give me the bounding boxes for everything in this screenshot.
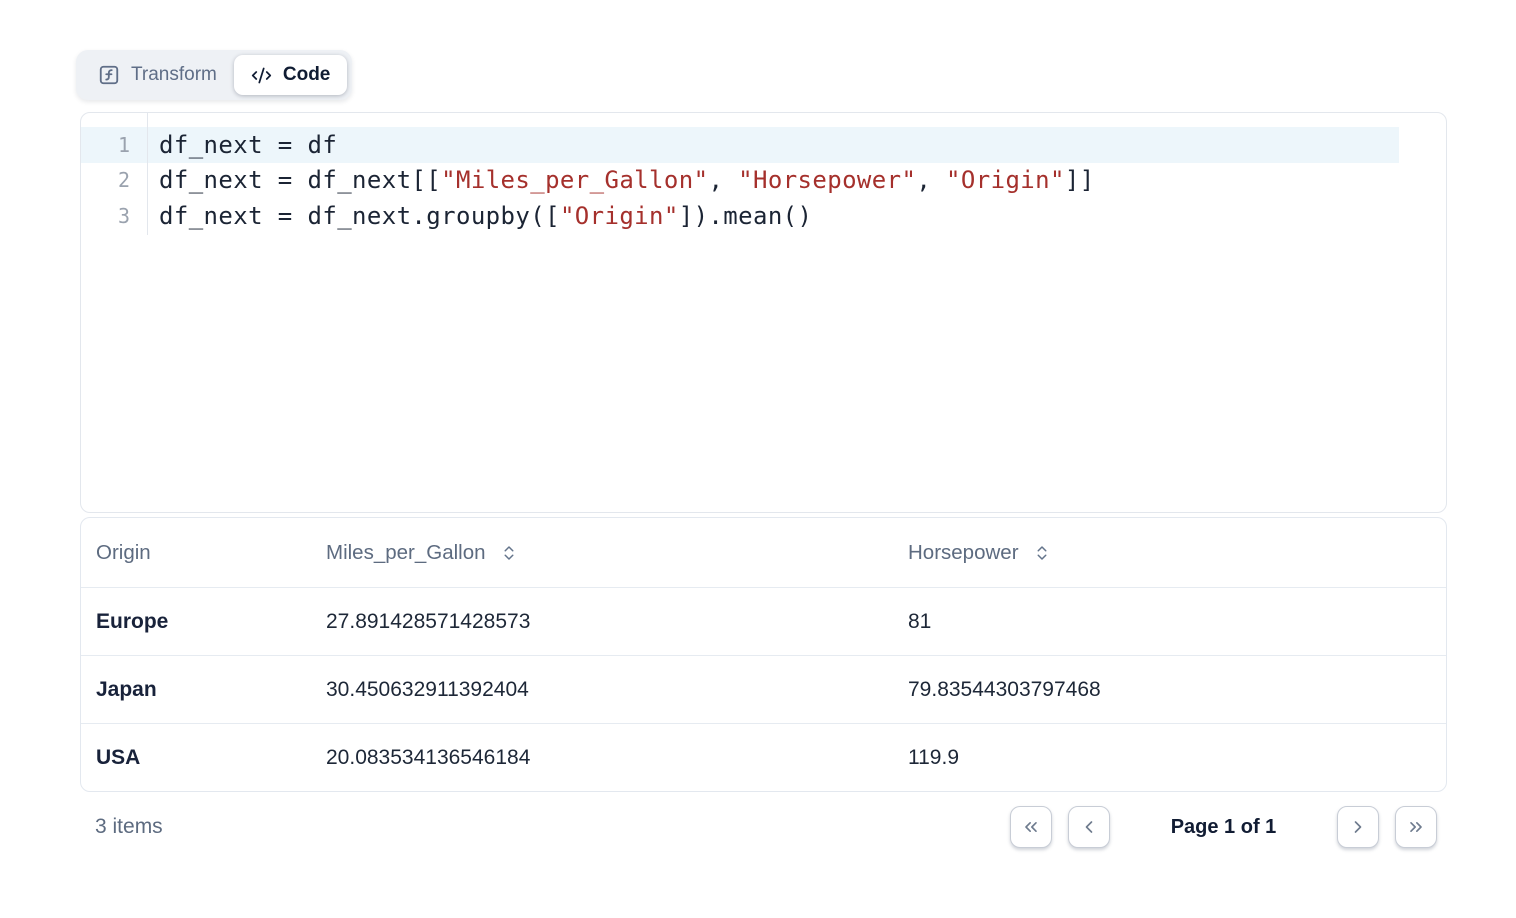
code-line[interactable]: 1df_next = df <box>81 127 1399 163</box>
tab-transform[interactable]: Transform <box>81 55 234 95</box>
tab-code[interactable]: Code <box>234 55 348 95</box>
code-icon <box>251 65 272 86</box>
code-line-text: df_next = df <box>147 131 337 159</box>
column-header-miles-per-gallon: Miles_per_Gallon <box>326 541 908 565</box>
line-number: 3 <box>81 204 147 228</box>
function-square-icon <box>98 64 120 86</box>
cell-origin: Japan <box>81 678 326 702</box>
column-label: Origin <box>96 541 151 565</box>
line-number: 1 <box>81 133 147 157</box>
code-line-text: df_next = df_next.groupby(["Origin"]).me… <box>147 202 812 230</box>
code-line-text: df_next = df_next[["Miles_per_Gallon", "… <box>147 166 1095 194</box>
code-line[interactable]: 3df_next = df_next.groupby(["Origin"]).m… <box>81 198 1446 234</box>
cell-miles-per-gallon: 27.891428571428573 <box>326 610 908 634</box>
result-table: Origin Miles_per_Gallon Horsepower Europ… <box>80 517 1447 792</box>
cell-horsepower: 119.9 <box>908 746 1446 770</box>
table-row: USA20.083534136546184119.9 <box>81 723 1446 791</box>
table-body: Europe27.89142857142857381Japan30.450632… <box>81 587 1446 791</box>
page-indicator: Page 1 of 1 <box>1110 816 1337 839</box>
column-header-origin: Origin <box>81 541 326 565</box>
sort-icon[interactable] <box>1033 544 1051 562</box>
chevrons-left-icon <box>1021 817 1041 837</box>
sort-icon[interactable] <box>500 544 518 562</box>
gutter-divider <box>147 113 148 235</box>
tab-code-label: Code <box>283 64 331 86</box>
table-header-row: Origin Miles_per_Gallon Horsepower <box>81 518 1446 587</box>
code-editor[interactable]: 1df_next = df2df_next = df_next[["Miles_… <box>80 112 1447 513</box>
column-label: Horsepower <box>908 541 1019 565</box>
cell-miles-per-gallon: 30.450632911392404 <box>326 678 908 702</box>
code-line[interactable]: 2df_next = df_next[["Miles_per_Gallon", … <box>81 163 1446 199</box>
line-number: 2 <box>81 168 147 192</box>
chevron-left-icon <box>1079 817 1099 837</box>
cell-origin: USA <box>81 746 326 770</box>
code-editor-lines: 1df_next = df2df_next = df_next[["Miles_… <box>81 113 1446 234</box>
cell-origin: Europe <box>81 610 326 634</box>
table-row: Japan30.45063291139240479.83544303797468 <box>81 655 1446 723</box>
column-header-horsepower: Horsepower <box>908 541 1446 565</box>
cell-horsepower: 81 <box>908 610 1446 634</box>
column-label: Miles_per_Gallon <box>326 541 486 565</box>
table-footer: 3 items Page 1 of 1 <box>80 805 1447 849</box>
pagination: Page 1 of 1 <box>1010 806 1437 848</box>
first-page-button[interactable] <box>1010 806 1052 848</box>
chevrons-right-icon <box>1406 817 1426 837</box>
tab-transform-label: Transform <box>131 64 217 86</box>
cell-miles-per-gallon: 20.083534136546184 <box>326 746 908 770</box>
items-count: 3 items <box>80 815 163 839</box>
view-toggle: Transform Code <box>76 50 352 100</box>
last-page-button[interactable] <box>1395 806 1437 848</box>
next-page-button[interactable] <box>1337 806 1379 848</box>
previous-page-button[interactable] <box>1068 806 1110 848</box>
table-row: Europe27.89142857142857381 <box>81 587 1446 655</box>
cell-horsepower: 79.83544303797468 <box>908 678 1446 702</box>
chevron-right-icon <box>1348 817 1368 837</box>
